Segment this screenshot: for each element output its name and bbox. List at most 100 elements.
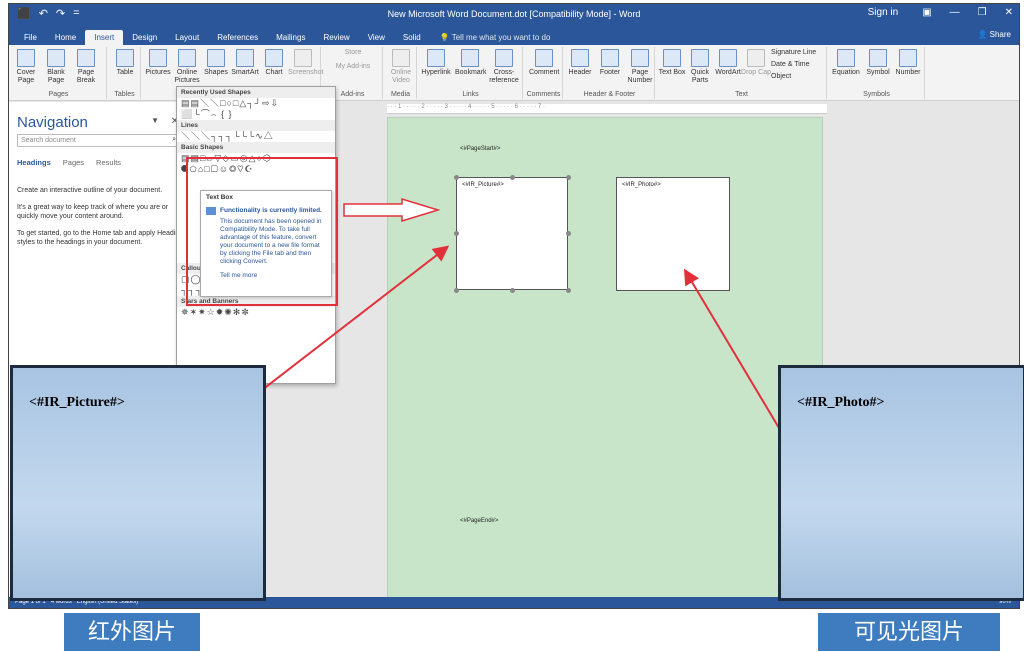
ir-photo-frame[interactable]: <#IR_Photo#> (616, 177, 730, 291)
tell-me-search[interactable]: 💡 Tell me what you want to do (430, 30, 561, 45)
ir-photo-callout: <#IR_Photo#> (778, 365, 1024, 601)
drop-cap-button[interactable]: Drop Cap (741, 49, 771, 77)
hyperlink-label: Hyperlink (421, 69, 451, 76)
maximize-icon[interactable]: ❐ (978, 7, 987, 18)
resize-handle[interactable] (566, 231, 571, 236)
resize-handle[interactable] (566, 288, 571, 293)
tab-layout[interactable]: Layout (166, 30, 208, 45)
search-placeholder: Search document (21, 137, 76, 144)
resize-handle[interactable] (454, 175, 459, 180)
group-title-comments: Comments (526, 91, 561, 98)
share-button[interactable]: 👤 Share (977, 30, 1011, 39)
tab-references[interactable]: References (208, 30, 267, 45)
screenshot-label: Screenshot (288, 69, 324, 76)
shapes-row[interactable]: ＼＼＼┐┐┐└└└∿△ (177, 131, 335, 142)
close-icon[interactable]: ✕ (1005, 7, 1013, 18)
wordart-button[interactable]: WordArt (713, 49, 743, 77)
tab-insert[interactable]: Insert (85, 30, 124, 45)
tab-design[interactable]: Design (123, 30, 166, 45)
object-button[interactable]: Object (771, 73, 827, 81)
tab-home[interactable]: Home (46, 30, 85, 45)
share-label: Share (989, 30, 1011, 39)
document-page[interactable]: <#PageStart#> <#IR_Picture#> <#IR_Photo#… (387, 117, 823, 599)
ir-picture-frame[interactable]: <#IR_Picture#> (456, 177, 568, 290)
title-bar: ⬛ ↶ ↷ = New Microsoft Word Document.dot … (9, 4, 1019, 26)
page-number-label: Page Number (627, 69, 653, 84)
tab-view[interactable]: View (359, 30, 394, 45)
equation-label: Equation (832, 69, 860, 76)
text-box-button[interactable]: Text Box (657, 49, 687, 77)
date-time-button[interactable]: Date & Time (771, 61, 827, 69)
ribbon: Cover Page Blank Page Page Break Pages T… (9, 45, 1019, 101)
cross-reference-button[interactable]: Cross-reference (489, 49, 519, 85)
table-label: Table (116, 69, 134, 76)
comment-button[interactable]: Comment (529, 49, 559, 77)
smartart-label: SmartArt (231, 69, 259, 76)
ribbon-display-icon[interactable]: ▣ (922, 7, 931, 18)
page-number-button[interactable]: Page Number (625, 49, 655, 85)
cross-reference-label: Cross-reference (489, 69, 519, 84)
sign-in-link[interactable]: Sign in (868, 7, 899, 18)
shapes-row[interactable]: ⬜└⌒⌢ { } (177, 109, 335, 120)
group-tables: Table Tables (109, 47, 141, 99)
shapes-row[interactable]: ▤▤＼＼□○□△┐┘⇨⇩ (177, 98, 335, 109)
tab-headings[interactable]: Headings (17, 158, 51, 167)
minimize-icon[interactable]: — (950, 7, 960, 18)
header-label: Header (568, 69, 592, 76)
shapes-row[interactable]: ✵✶✷☆✹✺✻✼ (177, 307, 335, 318)
online-video-label: Online Video (390, 69, 412, 84)
group-title-media: Media (390, 91, 411, 98)
nav-help-text: Create an interactive outline of your do… (17, 186, 185, 255)
number-button[interactable]: Number (893, 49, 923, 77)
footer-button[interactable]: Footer (595, 49, 625, 77)
pictures-button[interactable]: Pictures (143, 49, 173, 77)
online-pictures-button[interactable]: Online Pictures (172, 49, 202, 85)
smartart-button[interactable]: SmartArt (230, 49, 260, 77)
tab-file[interactable]: File (15, 30, 46, 45)
bookmark-button[interactable]: Bookmark (455, 49, 487, 77)
nav-paragraph: Create an interactive outline of your do… (17, 187, 163, 194)
cover-page-button[interactable]: Cover Page (11, 49, 41, 85)
resize-handle[interactable] (510, 288, 515, 293)
group-title-links: Links (462, 91, 479, 98)
resize-handle[interactable] (566, 175, 571, 180)
nav-paragraph: It's a great way to keep track of where … (17, 204, 169, 220)
my-add-ins-button[interactable]: My Add-ins (325, 63, 381, 71)
tab-solid[interactable]: Solid (394, 30, 430, 45)
quick-parts-button[interactable]: Quick Parts (685, 49, 715, 85)
highlight-box (186, 157, 338, 306)
table-button[interactable]: Table (110, 49, 140, 77)
ir-picture-callout: <#IR_Picture#> (10, 365, 266, 601)
tab-mailings[interactable]: Mailings (267, 30, 314, 45)
quick-parts-label: Quick Parts (691, 69, 709, 84)
store-button[interactable]: Store (325, 49, 381, 57)
chart-button[interactable]: Chart (259, 49, 289, 77)
group-pages: Cover Page Blank Page Page Break Pages (11, 47, 107, 99)
signature-line-button[interactable]: Signature Line (771, 49, 827, 57)
tab-review[interactable]: Review (314, 30, 358, 45)
equation-button[interactable]: Equation (831, 49, 861, 77)
horizontal-ruler[interactable]: · · · 1 · · · · · 2 · · · · · 3 · · · · … (387, 104, 827, 114)
screenshot-button[interactable]: Screenshot (288, 49, 323, 77)
chevron-down-icon[interactable]: ▼ (151, 116, 159, 125)
group-title-pages: Pages (48, 91, 69, 98)
chart-label: Chart (265, 69, 283, 76)
wordart-label: WordArt (715, 69, 741, 76)
tell-me-text: Tell me what you want to do (451, 33, 551, 42)
ir-photo-frame-label: <#IR_Photo#> (622, 182, 661, 188)
group-title-header-footer: Header & Footer (583, 91, 636, 98)
page-break-button[interactable]: Page Break (71, 49, 101, 85)
blank-page-button[interactable]: Blank Page (41, 49, 71, 85)
page-break-label: Page Break (76, 69, 96, 84)
tab-pages[interactable]: Pages (63, 158, 84, 167)
header-button[interactable]: Header (565, 49, 595, 77)
online-video-button[interactable]: Online Video (386, 49, 416, 85)
tab-results[interactable]: Results (96, 158, 121, 167)
hyperlink-button[interactable]: Hyperlink (421, 49, 451, 77)
shapes-button[interactable]: Shapes (201, 49, 231, 77)
symbol-button[interactable]: Symbol (863, 49, 893, 77)
search-input[interactable]: Search document⌕▾ (17, 134, 183, 147)
resize-handle[interactable] (510, 175, 515, 180)
resize-handle[interactable] (454, 231, 459, 236)
resize-handle[interactable] (454, 288, 459, 293)
